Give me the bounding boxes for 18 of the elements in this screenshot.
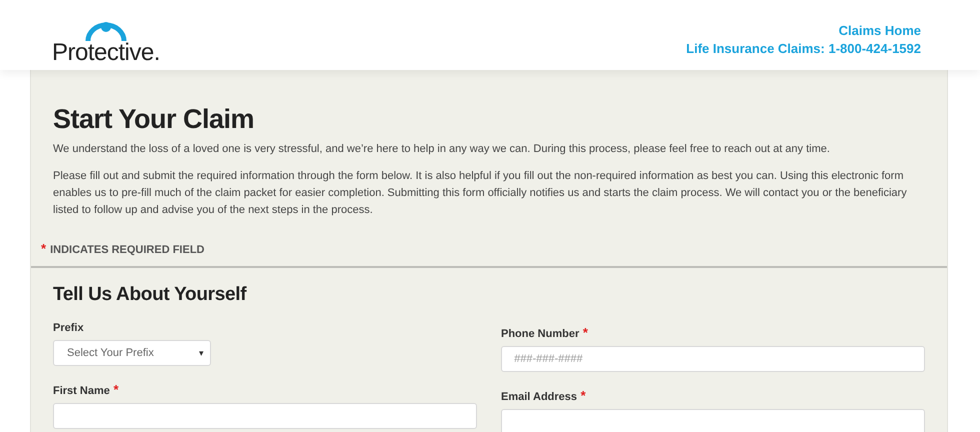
prefix-dropdown[interactable]: Select Your Prefix ▾ bbox=[53, 340, 211, 366]
header-link[interactable]: Claims Home bbox=[838, 23, 921, 39]
text-input-field[interactable] bbox=[501, 409, 925, 432]
required-asterisk: * bbox=[41, 241, 46, 256]
section-title: Tell Us About Yourself bbox=[53, 284, 248, 306]
field-label: Email Address * bbox=[501, 388, 586, 403]
intro-paragraph: Please fill out and submit the required information through the form below. It is also helpful if you fill out the non-required information as best you can. Using this electronic form enables us to pre-fill much of the claim packet for easier completion. Submitting this form officially notifies us and starts the claim process. We will contact you or the beneficiary listed to follow up and advise you of the next steps in the process. bbox=[53, 169, 908, 218]
text-input-field[interactable]: ###-###-#### bbox=[501, 346, 925, 372]
required-note: INDICATES REQUIRED FIELD bbox=[50, 244, 204, 256]
intro-paragraph: We understand the loss of a loved one is very stressful, and we’re here to help in any way we can. During this process, please feel free to reach out at any time. bbox=[53, 142, 831, 157]
field-label: First Name * bbox=[53, 382, 119, 397]
logo-text: Protective. bbox=[52, 42, 160, 64]
header-link[interactable]: Life Insurance Claims: 1-800-424-1592 bbox=[686, 41, 921, 57]
field-label: Prefix bbox=[53, 322, 84, 334]
logo-arc-icon bbox=[84, 22, 128, 42]
field-label: Phone Number * bbox=[501, 325, 588, 340]
text-input-field[interactable] bbox=[53, 403, 477, 429]
page-title: Start Your Claim bbox=[53, 104, 256, 135]
